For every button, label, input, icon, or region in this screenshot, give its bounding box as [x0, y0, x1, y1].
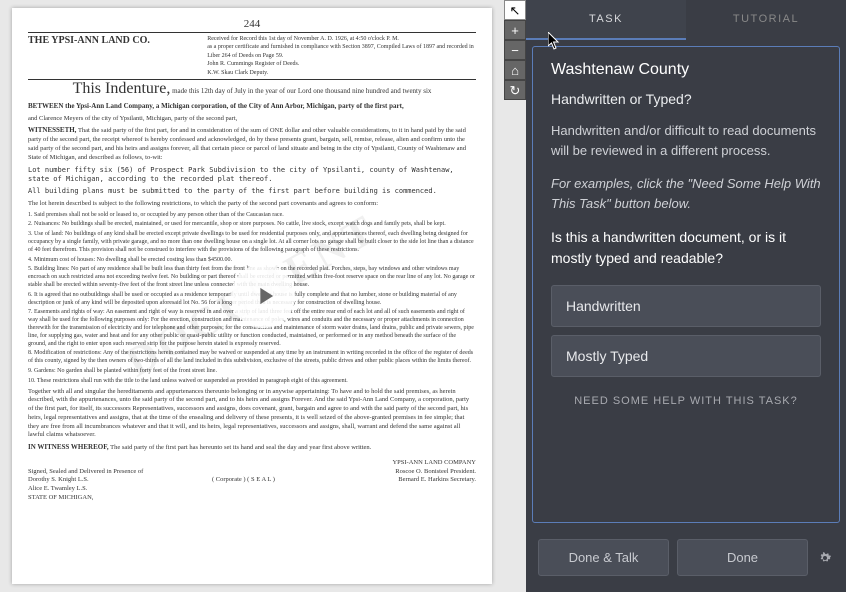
- task-question: Is this a handwritten document, or is it…: [551, 227, 821, 269]
- play-icon: [251, 282, 279, 310]
- done-button[interactable]: Done: [677, 539, 808, 576]
- together-clause: Together with all and singular the hered…: [28, 388, 476, 441]
- help-link[interactable]: NEED SOME HELP WITH THIS TASK?: [551, 395, 821, 407]
- page-number: 244: [28, 18, 476, 30]
- panel-footer: Done & Talk Done: [526, 529, 846, 592]
- restrictions-intro: The lot herein described is subject to t…: [28, 200, 476, 209]
- filed-line1: Received for Record this 1st day of Nove…: [207, 35, 476, 43]
- restriction-3: 3. Use of land: No buildings of any kind…: [28, 231, 476, 254]
- sig-company: YPSI-ANN LAND COMPANY: [28, 459, 476, 468]
- indenture-rest: made this 12th day of July in the year o…: [172, 87, 431, 95]
- tab-task[interactable]: TASK: [526, 0, 686, 40]
- pointer-tool[interactable]: ↖: [504, 0, 526, 20]
- restriction-1: 1. Said premises shall not be sold or le…: [28, 212, 476, 220]
- done-talk-button[interactable]: Done & Talk: [538, 539, 669, 576]
- side-panel: TASK TUTORIAL Washtenaw County Handwritt…: [526, 0, 846, 592]
- filed-register: John R. Cummings Register of Deeds.: [207, 60, 476, 68]
- restriction-9: 9. Gardens: No garden shall be planted w…: [28, 368, 476, 376]
- zoom-out-button[interactable]: −: [504, 40, 526, 60]
- plus-icon: +: [511, 24, 519, 37]
- between-clause: BETWEEN the Ypsi-Ann Land Company, a Mic…: [28, 102, 476, 112]
- sig-president: Roscoe O. Bonisteel President.: [395, 468, 476, 477]
- filed-deputy: K.W. Skau Clark Deputy.: [207, 69, 476, 77]
- task-para1: Handwritten and/or difficult to read doc…: [551, 121, 821, 160]
- sig-delivered: Signed, Sealed and Delivered in Presence…: [28, 468, 143, 477]
- lot-description: Lot number fifty six (56) of Prospect Pa…: [28, 166, 476, 185]
- rotate-icon: ↻: [510, 84, 521, 97]
- and-clause: and Clarence Meyers of the city of Ypsil…: [28, 115, 476, 124]
- home-button[interactable]: ⌂: [504, 60, 526, 80]
- gear-icon: [817, 550, 833, 566]
- zoom-in-button[interactable]: +: [504, 20, 526, 40]
- in-witness: IN WITNESS WHEREOF, The said party of th…: [28, 443, 476, 453]
- restriction-8: 8. Modification of restrictions: Any of …: [28, 350, 476, 366]
- task-para2: For examples, click the "Need Some Help …: [551, 174, 821, 213]
- signatures: YPSI-ANN LAND COMPANY Signed, Sealed and…: [28, 459, 476, 503]
- panel-tabs: TASK TUTORIAL: [526, 0, 846, 40]
- task-subtitle: Handwritten or Typed?: [551, 91, 821, 107]
- tab-tutorial[interactable]: TUTORIAL: [686, 0, 846, 40]
- viewer-toolbar: ↖ + − ⌂ ↻: [504, 0, 526, 100]
- sig-seal: ( Corporate ) ( S E A L ): [212, 476, 275, 485]
- building-plans: All building plans must be submitted to …: [28, 187, 476, 196]
- restriction-10: 10. These restrictions shall run with th…: [28, 378, 476, 386]
- sig-secretary: Bernard E. Harkins Secretary.: [398, 476, 476, 485]
- sig-witness2: Alice E. Twamley L.S.: [28, 485, 87, 494]
- restriction-2: 2. Nuisances: No buildings shall be erec…: [28, 221, 476, 229]
- document-viewer: DOCUMENT 244 THE YPSI-ANN LAND CO. Recei…: [0, 0, 526, 592]
- filed-line2: as a proper certificate and furnished in…: [207, 43, 476, 60]
- indenture-title: This Indenture,: [73, 80, 171, 97]
- pointer-icon: ↖: [510, 4, 521, 17]
- play-button[interactable]: [231, 264, 295, 328]
- settings-button[interactable]: [816, 549, 834, 567]
- indenture-line: This Indenture, made this 12th day of Ju…: [28, 80, 476, 98]
- minus-icon: −: [511, 44, 519, 57]
- company-name: THE YPSI-ANN LAND CO.: [28, 35, 207, 77]
- filing-info: Received for Record this 1st day of Nove…: [207, 35, 476, 77]
- doc-header: THE YPSI-ANN LAND CO. Received for Recor…: [28, 32, 476, 80]
- home-icon: ⌂: [511, 64, 519, 77]
- witnesseth: WITNESSETH, That the said party of the f…: [28, 126, 476, 162]
- sig-witness1: Dorothy S. Knight L.S.: [28, 476, 89, 485]
- restriction-4: 4. Minimum cost of houses: No dwelling s…: [28, 257, 476, 265]
- rotate-button[interactable]: ↻: [504, 80, 526, 100]
- sig-state: STATE OF MICHIGAN,: [28, 494, 476, 503]
- task-title: Washtenaw County: [551, 61, 821, 79]
- option-handwritten[interactable]: Handwritten: [551, 285, 821, 327]
- option-mostly-typed[interactable]: Mostly Typed: [551, 335, 821, 377]
- task-content: Washtenaw County Handwritten or Typed? H…: [532, 46, 840, 523]
